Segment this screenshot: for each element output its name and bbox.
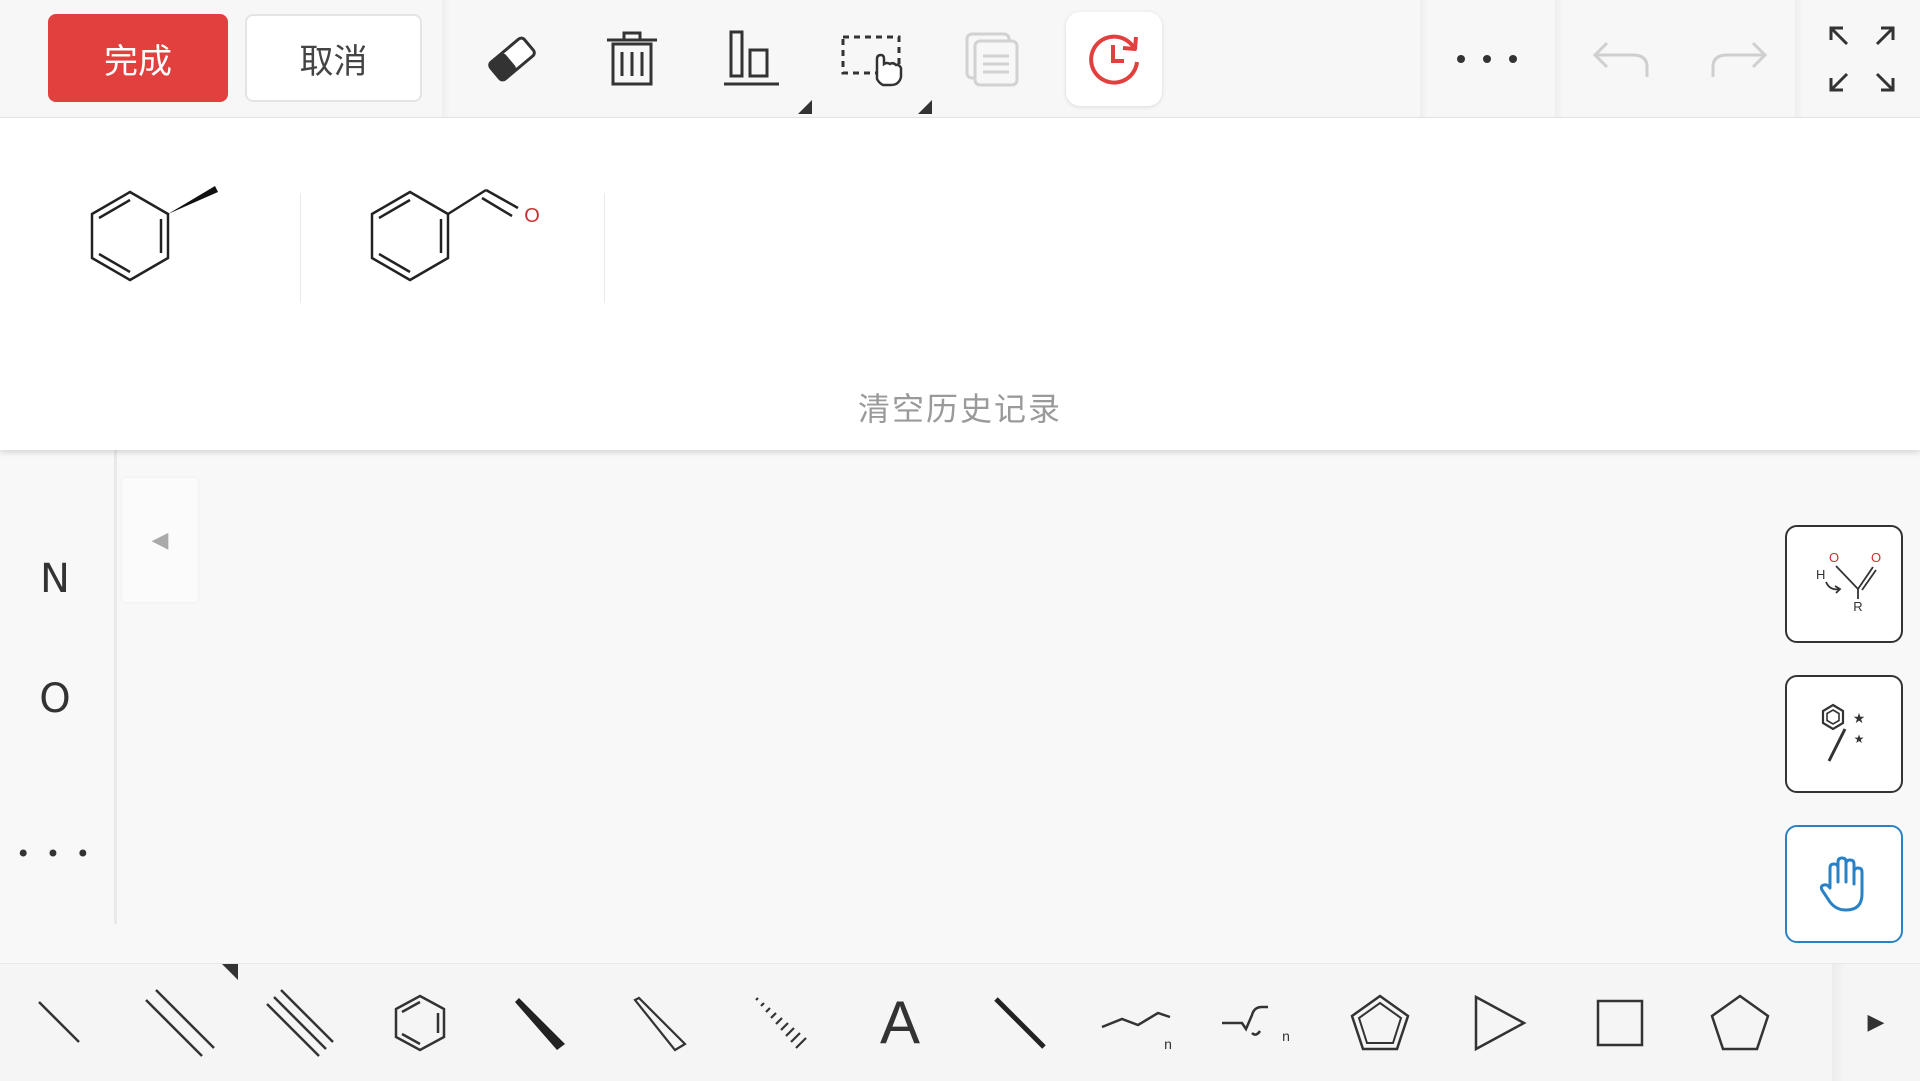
history-divider [604,193,605,303]
cyclopentane-ring-icon [1350,993,1410,1050]
chain-tool[interactable]: n [1080,964,1200,1081]
redo-tool[interactable] [1690,14,1790,104]
history-divider [300,193,301,303]
hollow-wedge-bond-icon [633,996,687,1051]
next-tools-button[interactable]: ▶ [1832,964,1920,1081]
svg-text:★: ★ [1853,711,1866,727]
triangle-ring-tool[interactable] [1440,964,1560,1081]
double-bond-icon [145,988,215,1057]
wavy-chain-icon: n [1222,1005,1290,1044]
trash-tool[interactable] [582,14,682,104]
triangle-ring-icon [1474,994,1527,1051]
double-bond-tool[interactable] [120,964,240,1081]
svg-text:O: O [1829,550,1839,565]
cancel-button[interactable]: 取消 [245,14,422,102]
toolbar-divider [442,0,450,117]
eraser-icon [488,36,536,82]
more-tool[interactable] [1434,14,1540,104]
more-elements-button[interactable]: • • • [0,840,110,868]
benzene-ring-tool[interactable] [360,964,480,1081]
toolbar-divider [1795,0,1803,117]
history-icon [1089,34,1139,85]
collapse-arrow-icon: ◀ [151,527,169,553]
more-icon [1457,55,1517,63]
copy-icon [965,32,1019,87]
fullscreen-icon [1829,26,1895,92]
wedge-bond-icon [515,997,565,1050]
element-nitrogen[interactable]: N [0,556,110,602]
pentagon-ring-icon [1710,993,1770,1050]
history-panel: O 清空历史记录 [0,118,1920,450]
reaction-template-icon: H R O O [1816,550,1881,614]
svg-text:n: n [1164,1036,1172,1052]
select-dropdown-indicator[interactable] [918,100,932,114]
benzene-ring-icon [394,994,446,1051]
svg-text:O: O [1871,550,1881,565]
next-arrow-icon: ▶ [1867,1010,1885,1035]
element-oxygen[interactable]: O [0,676,110,722]
lasso-select-icon [841,35,903,87]
pentagon-ring-tool[interactable] [1680,964,1800,1081]
align-icon [724,30,779,86]
toolbar-divider [1555,0,1563,117]
history-item-toluene[interactable] [72,168,232,302]
toolbar-divider [1420,0,1428,117]
copy-tool[interactable] [942,14,1042,104]
auto-clean-button[interactable]: ★ ★ [1785,675,1903,793]
square-ring-icon [1596,999,1644,1046]
collapse-panel-button[interactable]: ◀ [122,478,198,602]
fullscreen-tool[interactable] [1812,14,1912,104]
top-toolbar: 完成 取消 [0,0,1920,118]
triple-bond-tool[interactable] [240,964,360,1081]
svg-text:★: ★ [1854,732,1865,746]
hash-bond-tool[interactable] [720,964,840,1081]
hash-bond-icon [755,996,807,1049]
pan-hand-button[interactable] [1785,825,1903,943]
reaction-template-button[interactable]: H R O O [1785,525,1903,643]
chain-icon: n [1101,1011,1172,1052]
text-tool-icon: A [879,989,921,1056]
lasso-select-tool[interactable] [824,14,924,104]
double-bond-dropdown-indicator[interactable] [222,964,238,980]
wedge-bond-tool[interactable] [480,964,600,1081]
svg-text:n: n [1282,1028,1290,1044]
align-tool[interactable] [702,14,802,104]
svg-text:R: R [1853,599,1862,614]
hollow-wedge-bond-tool[interactable] [600,964,720,1081]
svg-text:H: H [1816,567,1825,582]
text-tool[interactable]: A [840,964,960,1081]
oxygen-atom-label: O [524,205,540,227]
history-tool[interactable] [1066,12,1162,106]
square-ring-tool[interactable] [1560,964,1680,1081]
undo-icon [1592,41,1649,77]
cyclopentane-ring-tool[interactable] [1320,964,1440,1081]
align-dropdown-indicator[interactable] [798,100,812,114]
element-sidebar: C N O • • • [0,438,117,924]
eraser-tool[interactable] [462,14,562,104]
toluene-structure [90,186,218,282]
single-bond-tool[interactable] [0,964,120,1081]
history-item-benzaldehyde[interactable]: O [352,168,562,302]
bold-bond-tool[interactable] [960,964,1080,1081]
bottom-toolbar: A n n ▶ [0,963,1920,1081]
redo-icon [1711,41,1768,77]
undo-tool[interactable] [1570,14,1670,104]
wavy-chain-tool[interactable]: n [1200,964,1320,1081]
benzaldehyde-structure: O [370,188,540,282]
magic-wand-icon: ★ ★ [1821,703,1866,762]
triple-bond-icon [266,988,334,1057]
bold-bond-icon [994,996,1046,1049]
hand-icon [1819,856,1864,912]
done-button[interactable]: 完成 [48,14,228,102]
single-bond-icon [38,1000,80,1043]
clear-history-button[interactable]: 清空历史记录 [0,384,1920,430]
trash-icon [607,31,657,86]
